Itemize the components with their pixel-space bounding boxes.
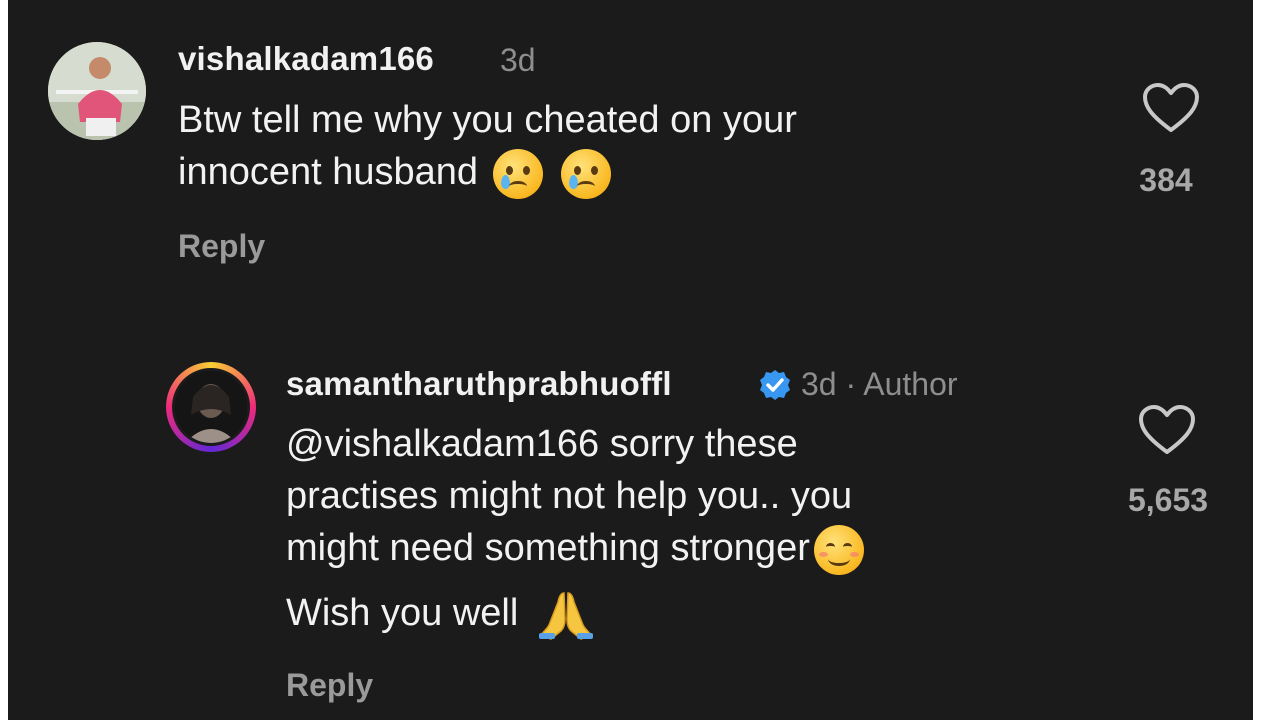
comment-item-reply: samantharuthprabhuoffl 3d · Author @vish… <box>8 340 1253 720</box>
reply-button[interactable]: Reply <box>178 228 265 265</box>
comments-panel: vishalkadam166 3d Btw tell me why you ch… <box>8 0 1253 720</box>
like-heart-icon[interactable] <box>1142 82 1200 134</box>
reply-button[interactable]: Reply <box>286 667 373 704</box>
like-heart-icon[interactable] <box>1138 404 1196 456</box>
comment-text-segment: innocent husband <box>178 151 479 193</box>
comment-text-line: @vishalkadam166 sorry these <box>286 423 798 465</box>
crying-face-emoji-icon <box>561 148 612 199</box>
comment-text-segment: Wish you well <box>286 591 519 634</box>
crying-face-emoji-icon <box>492 148 543 199</box>
comment-text-line: practises might not help you.. you <box>286 475 853 517</box>
like-count: 384 <box>1139 162 1193 198</box>
comment-text-line: might need something stronger <box>286 522 1046 575</box>
comment-text-line: Btw tell me why you cheated on your <box>178 99 797 141</box>
comment-timestamp: 3d <box>500 42 536 78</box>
comment-username[interactable]: samantharuthprabhuoffl <box>286 365 672 403</box>
comment-username[interactable]: vishalkadam166 <box>178 40 434 78</box>
folded-hands-emoji-icon <box>538 592 593 640</box>
comment-timestamp: 3d · Author <box>801 366 958 402</box>
comment-text-line: innocent husband <box>178 146 1058 199</box>
avatar-photo <box>48 42 146 140</box>
comment-text-segment: might need something stronger <box>286 527 810 569</box>
smiling-face-emoji-icon <box>813 524 864 575</box>
avatar[interactable] <box>48 42 146 140</box>
comment-text: @vishalkadam166 sorry these practises mi… <box>286 418 1046 641</box>
avatar[interactable] <box>172 368 250 446</box>
comment-item: vishalkadam166 3d Btw tell me why you ch… <box>8 0 1253 300</box>
comment-text-line: Wish you well <box>286 587 1046 641</box>
avatar-photo <box>175 371 247 443</box>
verified-badge-icon <box>760 370 790 400</box>
like-count: 5,653 <box>1127 482 1209 518</box>
comment-text: Btw tell me why you cheated on your inno… <box>178 94 1058 199</box>
